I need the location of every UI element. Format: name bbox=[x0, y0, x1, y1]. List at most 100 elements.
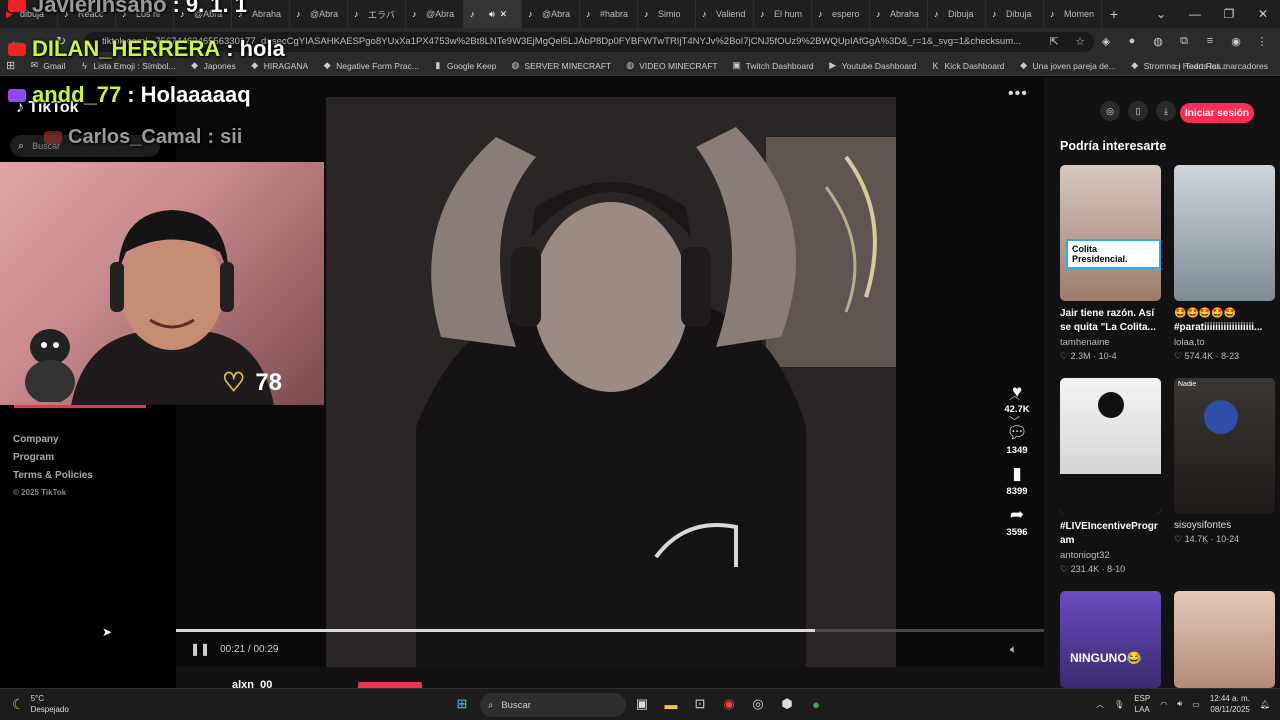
suggested-card[interactable] bbox=[1174, 591, 1275, 688]
suggested-card[interactable]: Colita Presidencial. Jair tiene razón. A… bbox=[1060, 165, 1161, 362]
suggested-card[interactable]: NINGUNO😂 bbox=[1060, 591, 1161, 688]
volume-icon[interactable]: 🔊︎ bbox=[1177, 699, 1182, 709]
search-input[interactable]: ⌕ Buscar bbox=[10, 135, 160, 157]
video-progress-bar[interactable] bbox=[176, 629, 1044, 632]
suggested-stats: ♡ 574.4K · 8-23 bbox=[1174, 351, 1240, 361]
more-options-icon[interactable]: ••• bbox=[1008, 85, 1028, 103]
bookmark-item[interactable]: ◆ Negative Form Prac... bbox=[322, 60, 419, 71]
file-explorer-icon[interactable]: ▬ bbox=[661, 694, 681, 714]
browser-tab[interactable]: ♪ @Abra bbox=[522, 0, 580, 28]
task-view-icon[interactable]: ▣ bbox=[632, 694, 652, 714]
restore-icon[interactable]: ❐ bbox=[1212, 0, 1246, 28]
bookmark-item[interactable]: ◍ SERVER MINECRAFT bbox=[510, 60, 612, 71]
bookmark-item[interactable]: ✉ Gmail bbox=[29, 60, 65, 71]
browser-tab[interactable]: ♪ @Abra bbox=[174, 0, 232, 28]
back-icon[interactable]: ← bbox=[10, 34, 22, 48]
bookmark-item[interactable]: ◍ VIDEO MINECRAFT bbox=[625, 60, 717, 71]
url-field[interactable]: tiktok.com/...7567446246556330177_d=secC… bbox=[84, 32, 1094, 52]
browser-tab[interactable]: ▶ dibuja bbox=[0, 0, 58, 28]
store-icon[interactable]: ⊡ bbox=[690, 694, 710, 714]
share-button[interactable]: ➦ 3596 bbox=[1006, 505, 1027, 538]
extension-icon[interactable]: ◈ bbox=[1098, 33, 1114, 49]
save-button[interactable]: ▮ 8399 bbox=[1006, 464, 1027, 497]
suggested-card[interactable]: #LIVEIncentiveProgr am #LIVECanBeEas... … bbox=[1060, 378, 1161, 575]
browser-tab[interactable]: ♪ Momen bbox=[1044, 0, 1102, 28]
menu-icon[interactable]: ⋮ bbox=[1254, 33, 1270, 49]
suggested-card[interactable]: Nadie sisoysifontes ♡ 14.7K · 10-24 bbox=[1174, 378, 1275, 545]
notification-bell-icon[interactable]: 🔔︎ bbox=[1260, 700, 1270, 709]
browser-tab[interactable]: ♪ Los ni bbox=[116, 0, 174, 28]
browser-tab[interactable]: ♪ エラバ bbox=[348, 0, 406, 28]
browser-tab[interactable]: ♪ @Abra bbox=[406, 0, 464, 28]
suggested-author[interactable]: lolaa.to bbox=[1174, 337, 1275, 348]
spotify-icon[interactable]: ● bbox=[806, 694, 826, 714]
browser-tab[interactable]: ♪ Reacc bbox=[58, 0, 116, 28]
apps-grid-icon[interactable]: ⊞ bbox=[6, 59, 15, 72]
wifi-icon[interactable]: ◠ bbox=[1160, 700, 1167, 709]
bookmark-star-icon[interactable]: ☆ bbox=[1072, 33, 1088, 49]
minimize-icon[interactable]: — bbox=[1178, 0, 1212, 28]
forward-icon[interactable]: → bbox=[32, 34, 44, 48]
tab-close-icon[interactable]: ✕ bbox=[500, 9, 508, 20]
bookmark-item[interactable]: ◆ Japones bbox=[190, 60, 236, 71]
download-icon[interactable]: ⤓ bbox=[1156, 101, 1176, 121]
browser-tab[interactable]: ♪ El hum bbox=[754, 0, 812, 28]
login-button[interactable]: Iniciar sesión bbox=[1180, 103, 1254, 123]
browser-tab[interactable]: ♪ @Abra bbox=[290, 0, 348, 28]
bookmark-item[interactable]: ▶ Youtube Dashboard bbox=[828, 60, 916, 71]
obs-icon[interactable]: ◎ bbox=[748, 694, 768, 714]
browser-tab[interactable]: ♪ espero bbox=[812, 0, 870, 28]
pause-icon[interactable]: ❚❚ bbox=[190, 642, 210, 656]
browser-tab[interactable]: ♪ #habra bbox=[580, 0, 638, 28]
battery-icon[interactable]: ▭ bbox=[1192, 700, 1200, 709]
bookmark-item[interactable]: K Kick Dashboard bbox=[931, 60, 1005, 71]
bookmark-item[interactable]: ▮ Google Keep bbox=[433, 60, 496, 71]
mic-icon[interactable]: 🎙︎ bbox=[1114, 700, 1124, 709]
bookmark-label: Japones bbox=[203, 60, 236, 71]
profile-avatar-icon[interactable]: ◉ bbox=[1228, 33, 1244, 49]
comment-button[interactable]: 💬︎ 1349 bbox=[1006, 423, 1028, 456]
suggested-card[interactable]: 🤩🤩🤩🤩🤩 #paratiiiiiiiiiiiiiiiiii... lolaa.… bbox=[1174, 165, 1275, 362]
browser-tab[interactable]: ♪ 🔊︎ ✕ bbox=[464, 0, 522, 28]
extension-icon[interactable]: ◍ bbox=[1150, 33, 1166, 49]
new-tab-button[interactable]: + bbox=[1102, 6, 1126, 22]
tab-search-icon[interactable]: ⌄ bbox=[1144, 0, 1178, 28]
bookmark-item[interactable]: ◆ HIRAGANA bbox=[250, 60, 308, 71]
browser-tab[interactable]: ♪ Abraha bbox=[870, 0, 928, 28]
like-button[interactable]: ♥ 42.7K bbox=[1004, 382, 1029, 415]
browser-tab[interactable]: ♪ Dibuja bbox=[928, 0, 986, 28]
bookmark-item[interactable]: ϟ Lista Emoji : Símbol... bbox=[79, 60, 176, 71]
clock[interactable]: 12:44 a. m. 08/11/2025 bbox=[1210, 693, 1250, 715]
close-window-icon[interactable]: ✕ bbox=[1246, 0, 1280, 28]
chrome-icon[interactable]: ◉ bbox=[719, 694, 739, 714]
bookmark-item[interactable]: ◆ Una joven pareja de... bbox=[1019, 60, 1116, 71]
phone-icon[interactable]: ▯ bbox=[1128, 101, 1148, 121]
coin-icon[interactable]: ◎ bbox=[1100, 101, 1120, 121]
footer-link-company[interactable]: Company bbox=[13, 434, 93, 445]
open-in-app-icon[interactable]: ⇱ bbox=[1046, 33, 1062, 49]
tab-audio-icon[interactable]: 🔊︎ bbox=[489, 9, 495, 20]
bookmark-item[interactable]: ▣ Twitch Dashboard bbox=[732, 60, 813, 71]
taskbar-search[interactable]: ⌕ Buscar bbox=[480, 693, 626, 717]
browser-tab[interactable]: ♪ Valiend bbox=[696, 0, 754, 28]
suggested-author[interactable]: sisoysifontes bbox=[1174, 520, 1275, 531]
browser-tab[interactable]: ♪ Abraha bbox=[232, 0, 290, 28]
media-control-icon[interactable]: ≡ bbox=[1202, 33, 1218, 49]
footer-link-terms[interactable]: Terms & Policies bbox=[13, 470, 93, 481]
volume-icon[interactable]: 🔈︎ bbox=[1010, 642, 1017, 657]
suggested-author[interactable]: tamhenaine bbox=[1060, 337, 1161, 348]
all-bookmarks[interactable]: ▭ Todos los marcadores bbox=[1173, 56, 1268, 76]
language-indicator[interactable]: ESP LAA bbox=[1134, 693, 1150, 715]
browser-tab[interactable]: ♪ Simio bbox=[638, 0, 696, 28]
tiktok-logo[interactable]: ♪ TikTok bbox=[16, 99, 79, 117]
browser-tab[interactable]: ♪ Dibuja bbox=[986, 0, 1044, 28]
weather-widget[interactable]: ☾ 5°C Despejado bbox=[12, 693, 69, 715]
app-icon[interactable]: ⬢ bbox=[777, 694, 797, 714]
chevron-up-icon[interactable]: ︿ bbox=[1096, 699, 1104, 710]
footer-link-program[interactable]: Program bbox=[13, 452, 93, 463]
extension-icon[interactable]: ● bbox=[1124, 33, 1140, 49]
windows-start-icon[interactable]: ⊞ bbox=[452, 694, 472, 714]
extensions-puzzle-icon[interactable]: ⧉ bbox=[1176, 33, 1192, 49]
suggested-author[interactable]: antoniogt32 bbox=[1060, 550, 1161, 561]
reload-icon[interactable]: ↻ bbox=[56, 34, 66, 48]
